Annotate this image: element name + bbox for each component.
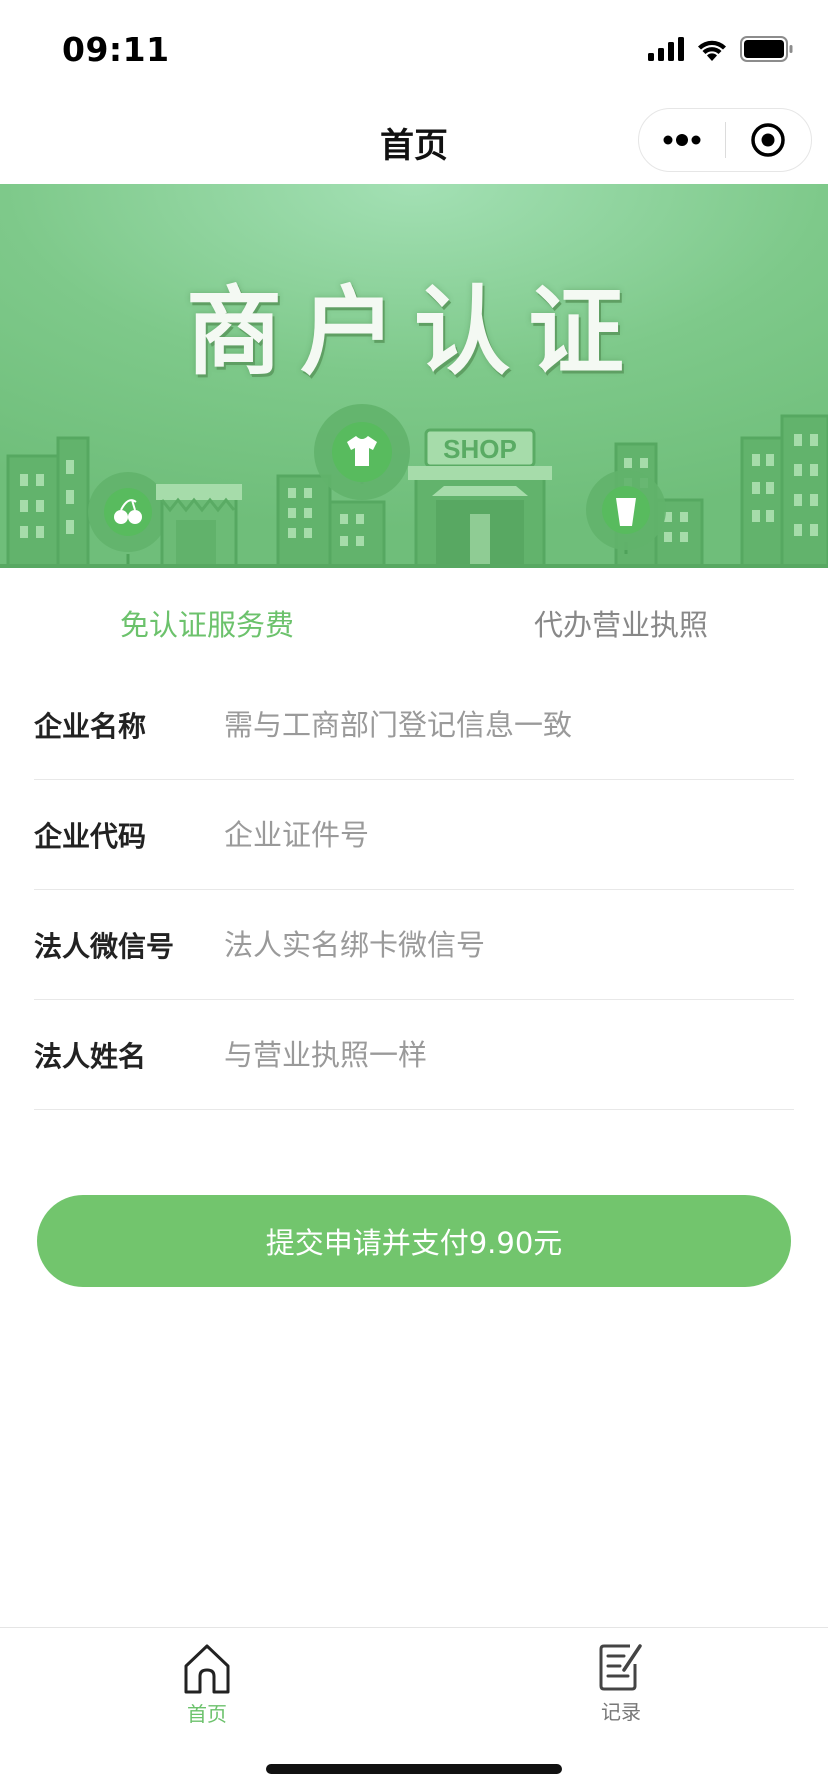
company-name-label: 企业名称 xyxy=(34,709,147,743)
app-screen: 09:11 首页 SHOP 商户认证 免认证服务费 代办营业执照 企业名称 需与… xyxy=(0,0,828,1792)
shop-sign: SHOP xyxy=(443,434,517,464)
status-icons xyxy=(648,36,794,62)
form-row-legal-wechat: 法人微信号 xyxy=(34,890,794,1000)
tabbar-home-label: 首页 xyxy=(187,1702,227,1726)
merchant-certification-banner: SHOP 商户认证 xyxy=(0,184,828,568)
submit-and-pay-button[interactable]: 提交申请并支付9.90元 xyxy=(37,1195,791,1287)
navigation-bar: 首页 xyxy=(0,100,828,184)
signal-icon xyxy=(648,37,684,61)
mini-program-capsule xyxy=(638,108,812,172)
more-icon xyxy=(663,134,701,146)
more-button[interactable] xyxy=(639,109,725,171)
close-mini-program-icon xyxy=(751,123,785,157)
home-indicator xyxy=(266,1764,562,1774)
home-icon xyxy=(184,1644,230,1694)
merchant-form: 企业名称 企业代码 法人微信号 法人姓名 xyxy=(34,670,794,1110)
form-row-legal-name: 法人姓名 xyxy=(34,1000,794,1110)
legal-name-input[interactable] xyxy=(224,1037,794,1072)
legal-wechat-input[interactable] xyxy=(224,927,794,962)
status-bar: 09:11 xyxy=(0,0,828,100)
record-icon xyxy=(599,1644,642,1691)
form-row-company-code: 企业代码 xyxy=(34,780,794,890)
tab-free-certification-fee[interactable]: 免认证服务费 xyxy=(0,568,414,678)
wifi-icon xyxy=(698,40,726,61)
legal-wechat-label: 法人微信号 xyxy=(34,929,175,963)
company-name-input[interactable] xyxy=(224,707,794,742)
form-row-company-name: 企业名称 xyxy=(34,670,794,780)
battery-icon xyxy=(740,36,793,62)
service-tabs: 免认证服务费 代办营业执照 xyxy=(0,568,828,678)
company-code-label: 企业代码 xyxy=(34,819,147,853)
banner-title: 商户认证 xyxy=(186,276,642,388)
status-time: 09:11 xyxy=(62,30,170,69)
company-code-input[interactable] xyxy=(224,817,794,852)
tab-business-license-agency[interactable]: 代办营业执照 xyxy=(414,568,828,678)
legal-name-label: 法人姓名 xyxy=(34,1039,147,1073)
close-mini-program-button[interactable] xyxy=(726,109,812,171)
tabbar-records-label: 记录 xyxy=(601,1700,641,1724)
